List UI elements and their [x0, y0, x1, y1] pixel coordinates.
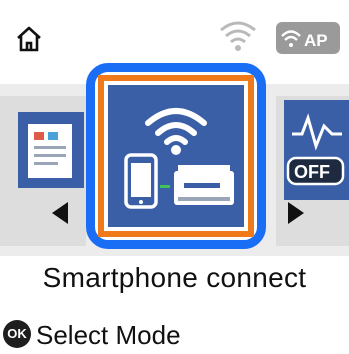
off-label: OFF	[294, 162, 330, 182]
bottom-hint-bar: OK Select Mode	[0, 316, 349, 354]
home-icon[interactable]	[14, 24, 44, 54]
wifi-direct-badge: AP	[304, 31, 328, 50]
document-icon[interactable]	[18, 112, 84, 188]
wifi-direct-icon: AP	[276, 22, 340, 54]
selected-mode-title: Smartphone connect	[42, 262, 307, 293]
power-off-icon[interactable]: OFF	[284, 100, 349, 200]
wifi-icon	[220, 21, 256, 51]
scroll-left-arrow[interactable]	[50, 200, 70, 226]
printer-control-panel: AP OFF Smartphone connect OK Select Mode	[0, 0, 349, 354]
hint-action-text: Select Mode	[36, 320, 181, 350]
smartphone-printer-wifi-icon[interactable]	[108, 85, 244, 227]
scroll-right-arrow[interactable]	[286, 200, 306, 226]
ok-button-icon: OK	[3, 320, 31, 348]
